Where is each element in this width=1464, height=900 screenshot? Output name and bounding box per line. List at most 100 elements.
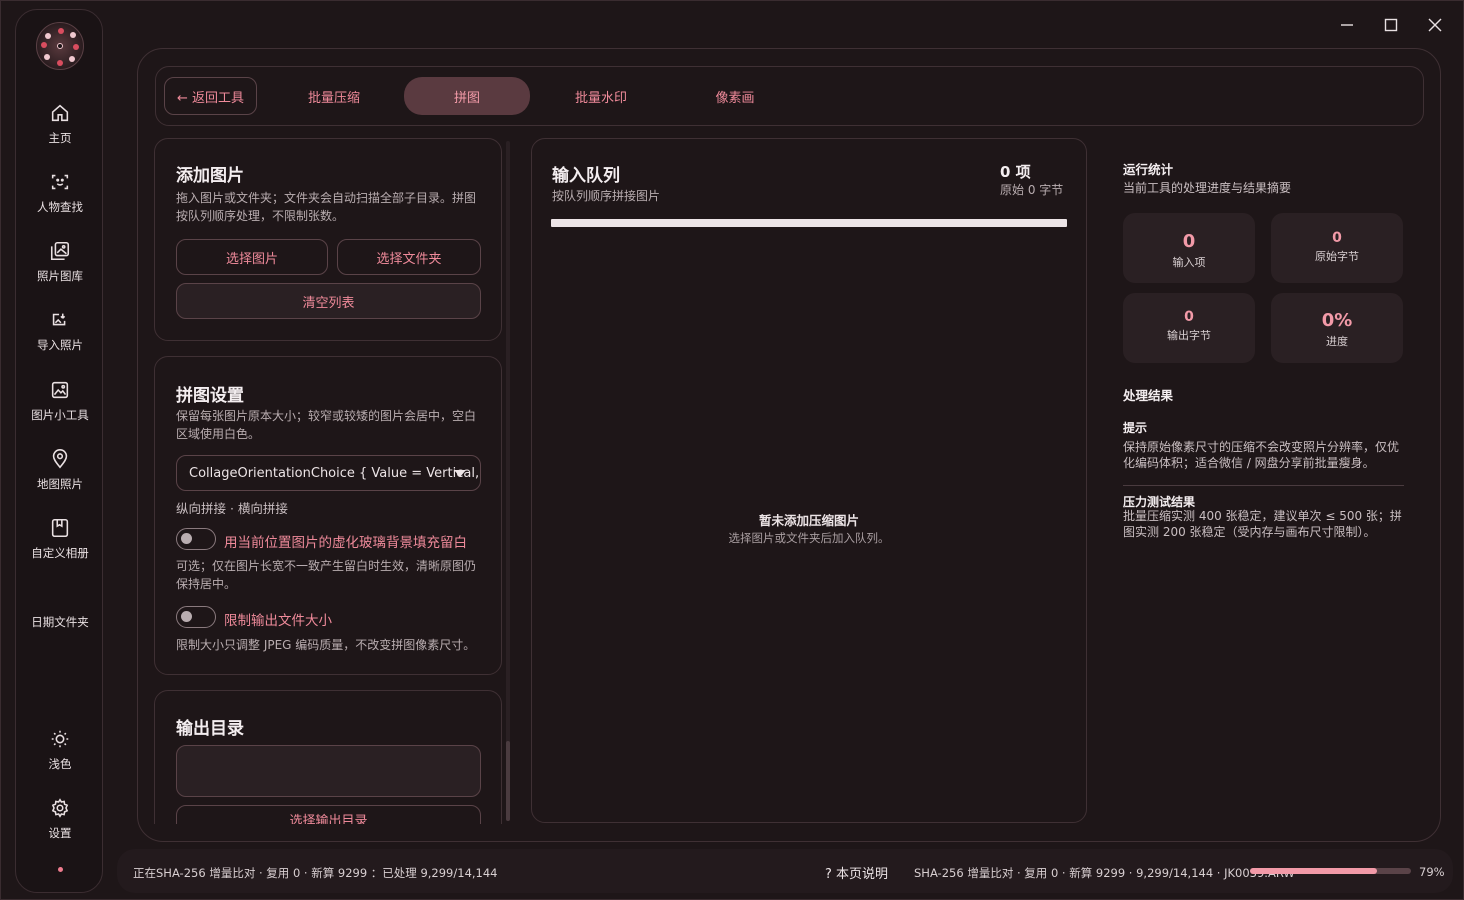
status-left-text: 正在SHA-256 增量比对 · 复用 0 · 新算 9299 ：已处理 9,2… — [133, 866, 498, 880]
tab-collage[interactable]: 拼图 — [404, 77, 530, 115]
close-button[interactable] — [1420, 11, 1450, 39]
stat-value: 0 — [1184, 309, 1194, 325]
status-progress-bar — [1250, 868, 1411, 874]
tip-text: 保持原始像素尺寸的压缩不会改变照片分辨率，仅优化编码体积；适合微信 / 网盘分享… — [1123, 440, 1400, 470]
theme-toggle-button[interactable]: 浅色 — [16, 728, 104, 784]
status-progress-fill — [1250, 868, 1378, 874]
stat-label: 输入项 — [1172, 256, 1206, 269]
add-images-desc: 拖入图片或文件夹；文件夹会自动扫描全部子目录。拼图按队列顺序处理，不限制张数。 — [176, 191, 477, 223]
sidebar-item-photo-library[interactable]: 照片图库 — [16, 240, 104, 296]
sidebar-item-label: 人物查找 — [37, 200, 83, 214]
sidebar-item-label: 主页 — [48, 131, 72, 145]
collage-settings-title: 拼图设置 — [176, 386, 244, 406]
toggle-knob — [181, 611, 192, 622]
status-right-text: SHA-256 增量比对 · 复用 0 · 新算 9299 · 9,299/14… — [914, 866, 1295, 880]
queue-subtitle: 按队列顺序拼接图片 — [552, 189, 661, 203]
import-photo-icon — [49, 309, 71, 331]
tip-title: 提示 — [1123, 421, 1148, 435]
sidebar-item-import-photos[interactable]: 导入照片 — [16, 309, 104, 365]
face-scan-icon — [49, 171, 71, 193]
stat-value: 0 — [1182, 231, 1196, 252]
add-images-title: 添加图片 — [176, 166, 244, 186]
left-panel-scrollbar[interactable] — [506, 141, 510, 821]
results-title: 处理结果 — [1123, 388, 1174, 403]
input-queue-card: 输入队列 按队列顺序拼接图片 0 项 原始 0 字节 — [531, 138, 1087, 823]
sidebar-item-label: 图片小工具 — [31, 408, 89, 422]
limit-size-desc: 限制大小只调整 JPEG 编码质量，不改变拼图像素尺寸。 — [176, 638, 476, 652]
app-logo[interactable] — [36, 22, 84, 70]
minimize-icon — [1341, 24, 1353, 26]
stats-subtitle: 当前工具的处理进度与结果摘要 — [1123, 181, 1292, 195]
blur-fill-toggle[interactable] — [176, 528, 216, 550]
sun-icon — [49, 728, 71, 750]
stats-title: 运行统计 — [1123, 162, 1174, 177]
select-folder-button[interactable]: 选择文件夹 — [337, 239, 481, 275]
home-icon — [49, 102, 71, 124]
select-images-button[interactable]: 选择图片 — [176, 239, 328, 275]
limit-size-label[interactable]: 限制输出文件大小 — [224, 609, 332, 629]
stat-label: 输出字节 — [1167, 329, 1211, 342]
sidebar-item-label: 导入照片 — [37, 338, 83, 352]
orientation-select[interactable]: CollageOrientationChoice { Value = Verti… — [176, 455, 481, 491]
sidebar-item-home[interactable]: 主页 — [16, 102, 104, 158]
sidebar-item-label: 照片图库 — [37, 269, 83, 283]
gear-icon — [49, 797, 71, 819]
stat-label: 原始字节 — [1315, 250, 1359, 263]
status-dot — [58, 867, 63, 872]
image-tools-icon — [49, 379, 71, 401]
sidebar-item-settings[interactable]: 设置 — [16, 797, 104, 853]
select-output-dir-button[interactable]: 选择输出目录 — [176, 805, 481, 824]
sidebar-item-image-tools[interactable]: 图片小工具 — [16, 379, 104, 435]
sidebar-item-map-photos[interactable]: 地图照片 — [16, 448, 104, 504]
album-icon — [49, 517, 71, 539]
stat-output-bytes: 0 输出字节 — [1123, 293, 1255, 363]
tab-batch-watermark[interactable]: 批量水印 — [548, 77, 654, 115]
queue-progress-bar — [551, 219, 1067, 227]
stress-test-text: 批量压缩实测 400 张稳定，建议单次 ≤ 500 张；拼图实测 200 张稳定… — [1123, 509, 1402, 539]
stat-original-bytes: 0 原始字节 — [1271, 213, 1403, 283]
sidebar-item-label: 地图照片 — [37, 477, 83, 491]
output-dir-path[interactable] — [176, 745, 481, 797]
stat-label: 进度 — [1326, 335, 1348, 348]
tab-batch-compress[interactable]: 批量压缩 — [281, 77, 387, 115]
orientation-value: CollageOrientationChoice { Value = Verti… — [189, 465, 480, 481]
status-progress-label: 79% — [1419, 865, 1445, 879]
back-to-tools-button[interactable]: ← 返回工具 — [164, 77, 257, 115]
stat-input-items: 0 输入项 — [1123, 213, 1255, 283]
maximize-icon — [1384, 18, 1398, 32]
collage-settings-desc: 保留每张图片原本大小；较窄或较矮的图片会居中，空白区域使用白色。 — [176, 409, 477, 441]
sidebar-item-label: 自定义相册 — [31, 546, 89, 560]
toggle-knob — [181, 533, 192, 544]
stat-progress: 0% 进度 — [1271, 293, 1403, 363]
scrollbar-thumb[interactable] — [506, 741, 510, 821]
empty-state-subtitle: 选择图片或文件夹后加入队列。 — [728, 531, 890, 545]
minimize-button[interactable] — [1332, 11, 1362, 39]
sidebar-item-label: 浅色 — [48, 757, 72, 771]
divider — [1123, 485, 1404, 486]
stat-value: 0 — [1332, 230, 1342, 246]
page-help-link[interactable]: ? 本页说明 — [825, 863, 888, 882]
orientation-hint: 纵向拼接 · 横向拼接 — [176, 501, 288, 516]
sidebar-item-custom-album[interactable]: 自定义相册 — [16, 517, 104, 573]
queue-title: 输入队列 — [552, 166, 620, 186]
select-output-dir-label: 选择输出目录 — [289, 813, 368, 825]
maximize-button[interactable] — [1376, 11, 1406, 39]
clear-list-button[interactable]: 清空列表 — [176, 283, 481, 319]
close-icon — [1428, 18, 1442, 32]
empty-state-title: 暂未添加压缩图片 — [758, 513, 859, 528]
output-dir-title: 输出目录 — [176, 719, 244, 739]
queue-bytes: 原始 0 字节 — [1000, 183, 1064, 197]
blur-fill-label[interactable]: 用当前位置图片的虚化玻璃背景填充留白 — [224, 531, 467, 551]
limit-size-toggle[interactable] — [176, 606, 216, 628]
sidebar-item-face-search[interactable]: 人物查找 — [16, 171, 104, 227]
queue-count: 0 项 — [1000, 163, 1031, 181]
blur-fill-desc: 可选；仅在图片长宽不一致产生留白时生效，清晰原图仍保持居中。 — [176, 559, 477, 591]
output-dir-clip: 输出目录 选择输出目录 — [154, 690, 502, 824]
sidebar-item-date-folders[interactable]: 日期文件夹 — [16, 614, 104, 670]
tab-pixel-art[interactable]: 像素画 — [682, 77, 788, 115]
map-pin-icon — [49, 448, 71, 470]
chevron-down-icon — [454, 470, 466, 477]
app-window: 主页 人物查找 照片图库 导入照片 图片小工具 地图照片 自定义相册 日期文件夹 — [0, 0, 1464, 900]
sidebar-item-label: 日期文件夹 — [31, 615, 89, 629]
photo-library-icon — [49, 240, 71, 262]
